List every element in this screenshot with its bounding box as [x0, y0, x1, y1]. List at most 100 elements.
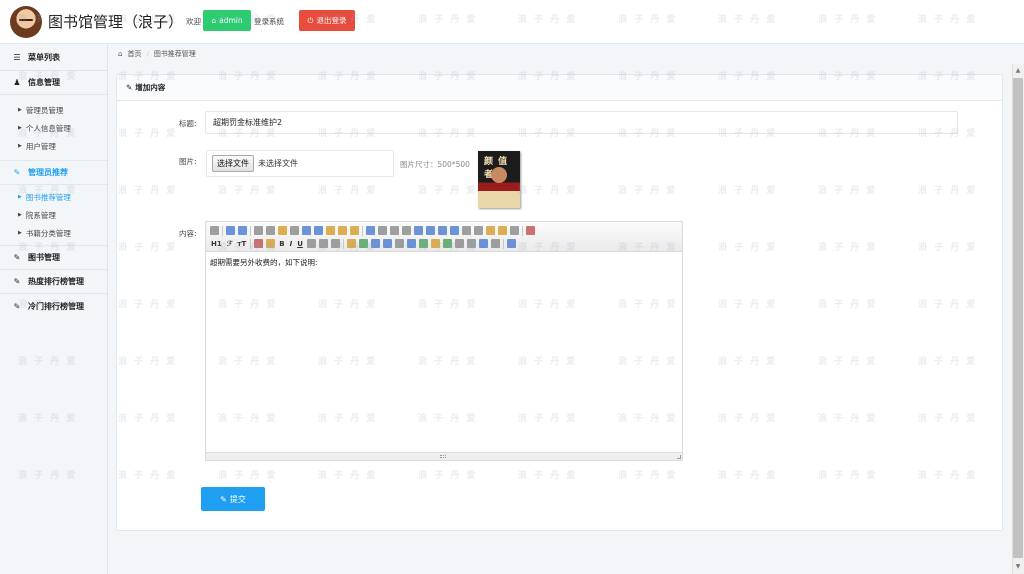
outdent-icon[interactable]: [450, 226, 459, 235]
sidebar-group-hot-ranking[interactable]: ✎ 热度排行榜管理: [0, 270, 107, 294]
media-icon[interactable]: [382, 239, 392, 248]
image-label: 图片:: [179, 157, 197, 166]
submit-label: 提交: [229, 494, 246, 504]
highlight-color-icon[interactable]: [266, 239, 276, 248]
code-icon[interactable]: [290, 226, 299, 235]
subscript-icon[interactable]: [462, 226, 471, 235]
sidebar-heading: ☰ 菜单列表: [0, 44, 107, 71]
scroll-down-icon[interactable]: ▼: [1013, 562, 1023, 572]
scrollbar-thumb[interactable]: [1013, 78, 1023, 558]
help-icon[interactable]: [506, 239, 516, 248]
edit-icon: ✎: [13, 168, 21, 177]
editor-content[interactable]: 超期需要另外收费的，如下说明:: [206, 252, 682, 273]
sidebar-item-admin[interactable]: ▶ 管理员管理: [0, 101, 107, 119]
copy-icon[interactable]: [314, 226, 323, 235]
sidebar-group-label: 图书管理: [28, 253, 60, 262]
sidebar-item-label: 书籍分类管理: [25, 228, 71, 238]
source-icon[interactable]: [210, 226, 219, 235]
image-file-input[interactable]: 选择文件 未选择文件: [206, 150, 394, 177]
file-status-text: 未选择文件: [258, 159, 298, 168]
paste-word-icon[interactable]: [350, 226, 359, 235]
editor-toolbar: H1 ℱ тT B I U: [206, 222, 682, 252]
line-height-icon[interactable]: [318, 239, 328, 248]
sidebar-item-profile[interactable]: ▶ 个人信息管理: [0, 119, 107, 137]
logout-button[interactable]: ⏻ 退出登录: [299, 10, 355, 31]
edit-icon: ✎: [126, 83, 133, 92]
multi-image-icon[interactable]: [358, 239, 368, 248]
scroll-up-icon[interactable]: ▲: [1013, 66, 1023, 76]
sidebar-item-department[interactable]: ▶ 院系管理: [0, 206, 107, 224]
print-icon[interactable]: [266, 226, 275, 235]
breadcrumb-home[interactable]: 首页: [127, 49, 141, 59]
edit-icon: ✎: [13, 301, 21, 311]
redo-icon[interactable]: [238, 226, 247, 235]
emoticon-icon[interactable]: [430, 239, 440, 248]
remove-format-icon[interactable]: [330, 239, 340, 248]
link-icon[interactable]: [478, 239, 488, 248]
app-title: 图书馆管理（浪子）: [48, 13, 184, 31]
italic-icon[interactable]: I: [289, 240, 294, 248]
sidebar-group-cold-ranking[interactable]: ✎ 冷门排行榜管理: [0, 294, 107, 318]
bold-icon[interactable]: B: [278, 240, 285, 248]
flash-icon[interactable]: [370, 239, 380, 248]
font-family-dropdown[interactable]: ℱ: [226, 240, 234, 248]
indent-icon[interactable]: [438, 226, 447, 235]
strikethrough-icon[interactable]: [306, 239, 316, 248]
rich-text-editor: H1 ℱ тT B I U 超期需要另外收费的，如下说明:: [205, 221, 683, 461]
content-label: 内容:: [179, 229, 197, 238]
submit-button[interactable]: ✎ 提交: [201, 487, 265, 511]
quick-format-icon[interactable]: [498, 226, 507, 235]
choose-file-button[interactable]: 选择文件: [212, 155, 254, 172]
align-center-icon[interactable]: [378, 226, 387, 235]
image-size-hint: 图片尺寸：500*500: [400, 160, 470, 169]
align-right-icon[interactable]: [390, 226, 399, 235]
align-justify-icon[interactable]: [402, 226, 411, 235]
resize-corner-icon[interactable]: [677, 455, 681, 459]
paste-text-icon[interactable]: [338, 226, 347, 235]
image-icon[interactable]: [346, 239, 356, 248]
font-color-icon[interactable]: [254, 239, 264, 248]
anchor-icon[interactable]: [466, 239, 476, 248]
select-all-icon[interactable]: [510, 226, 519, 235]
table-icon[interactable]: [406, 239, 416, 248]
horizontal-rule-icon[interactable]: [418, 239, 428, 248]
caret-right-icon: ▶: [18, 212, 22, 218]
insert-image-icon[interactable]: [442, 239, 452, 248]
sidebar-group-label: 信息管理: [28, 78, 60, 87]
sidebar-group-label: 管理员推荐: [28, 168, 68, 177]
welcome-text: 欢迎: [186, 17, 201, 26]
preview-icon[interactable]: [254, 226, 263, 235]
unordered-list-icon[interactable]: [426, 226, 435, 235]
caret-right-icon: ▶: [18, 230, 22, 236]
title-input[interactable]: 超期罚金标准维护2: [205, 111, 958, 134]
cut-icon[interactable]: [302, 226, 311, 235]
resize-grip-icon[interactable]: [440, 455, 446, 458]
sidebar-item-category[interactable]: ▶ 书籍分类管理: [0, 224, 107, 242]
fullscreen-icon[interactable]: [526, 226, 535, 235]
admin-user-button[interactable]: ⌂ admin: [203, 10, 251, 31]
sidebar-group-label: 热度排行榜管理: [28, 277, 84, 286]
undo-icon[interactable]: [226, 226, 235, 235]
align-left-icon[interactable]: [366, 226, 375, 235]
sidebar-group-books[interactable]: ✎ 图书管理: [0, 246, 107, 270]
power-icon: ⏻: [307, 15, 314, 25]
caret-right-icon: ▶: [18, 125, 22, 131]
attachment-icon[interactable]: [394, 239, 404, 248]
unlink-icon[interactable]: [490, 239, 500, 248]
page-break-icon[interactable]: [454, 239, 464, 248]
ordered-list-icon[interactable]: [414, 226, 423, 235]
sidebar-item-label: 院系管理: [25, 210, 56, 220]
template-icon[interactable]: [278, 226, 287, 235]
clear-format-icon[interactable]: [486, 226, 495, 235]
heading-dropdown[interactable]: H1: [210, 240, 223, 248]
superscript-icon[interactable]: [474, 226, 483, 235]
sidebar-item-book-recommend[interactable]: ▶ 图书推荐管理: [0, 188, 107, 206]
underline-icon[interactable]: U: [296, 240, 304, 248]
sidebar-group-info[interactable]: ♟ 信息管理: [0, 71, 107, 95]
sidebar-item-label: 管理员管理: [25, 105, 64, 115]
sidebar-group-recommend[interactable]: ✎ 管理员推荐: [0, 161, 107, 185]
sidebar-item-users[interactable]: ▶ 用户管理: [0, 137, 107, 155]
book-cover-image: 颜 值 者: [478, 151, 520, 208]
font-size-dropdown[interactable]: тT: [236, 240, 247, 248]
paste-icon[interactable]: [326, 226, 335, 235]
